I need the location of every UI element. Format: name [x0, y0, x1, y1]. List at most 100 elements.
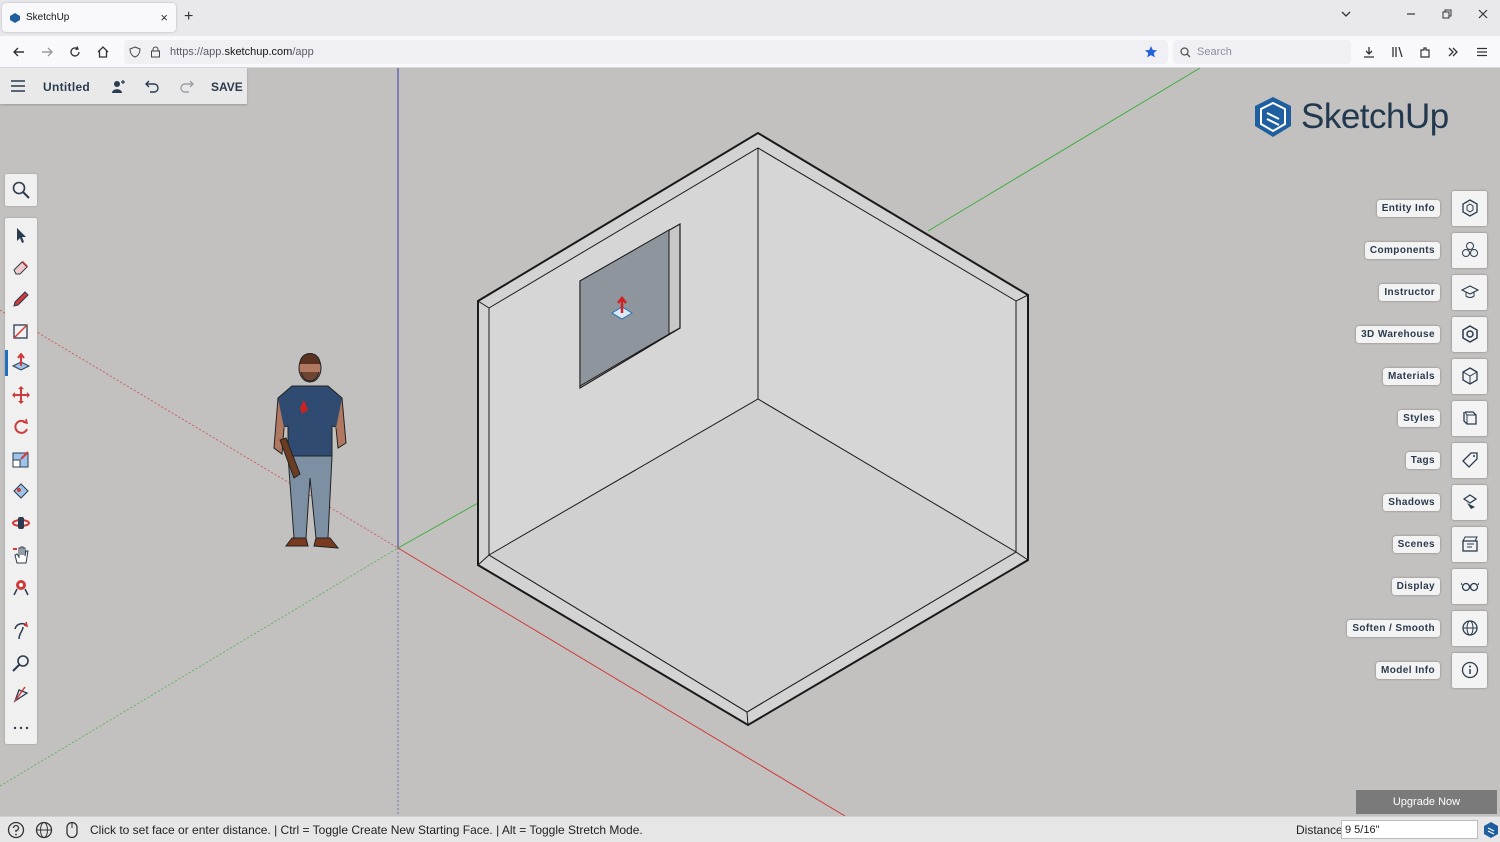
move-icon[interactable]	[5, 380, 37, 410]
panel-row-soften-smooth[interactable]: Soften / Smooth	[1347, 610, 1487, 646]
warehouse-icon[interactable]	[1452, 316, 1487, 352]
panel-row-shadows[interactable]: Shadows	[1383, 484, 1487, 520]
panel-row-materials[interactable]: Materials	[1383, 358, 1487, 394]
panel-row-tags[interactable]: Tags	[1405, 442, 1487, 478]
panel-label-styles[interactable]: Styles	[1398, 409, 1440, 427]
panel-row-model-info[interactable]: Model Info	[1376, 652, 1487, 688]
mouse-icon[interactable]	[63, 821, 81, 839]
search-icon	[1180, 46, 1191, 57]
panel-label-tags[interactable]: Tags	[1405, 451, 1440, 469]
soften-icon[interactable]	[1452, 610, 1487, 646]
overflow-chevron-icon[interactable]	[1443, 42, 1463, 62]
upgrade-now-button[interactable]: Upgrade Now	[1356, 790, 1497, 814]
panel-row-components[interactable]: Components	[1364, 232, 1487, 268]
home-icon[interactable]	[93, 42, 113, 62]
scenes-icon[interactable]	[1452, 526, 1487, 562]
panel-label-instructor[interactable]: Instructor	[1379, 283, 1440, 301]
bookmark-star-icon[interactable]	[1144, 45, 1158, 59]
push-pull-icon[interactable]	[5, 348, 37, 378]
panel-label-scenes[interactable]: Scenes	[1392, 535, 1440, 553]
forward-icon[interactable]	[37, 42, 57, 62]
browser-menu-icon[interactable]	[1472, 42, 1492, 62]
panel-label-shadows[interactable]: Shadows	[1383, 493, 1440, 511]
panel-row-entity-info[interactable]: Entity Info	[1376, 190, 1487, 226]
left-tool-palette	[5, 218, 37, 744]
panel-label-materials[interactable]: Materials	[1383, 367, 1440, 385]
tab-close-button[interactable]: ×	[160, 10, 168, 25]
panel-label-display[interactable]: Display	[1391, 577, 1440, 595]
tab-title: SketchUp	[26, 12, 70, 23]
model-info-icon[interactable]	[1452, 652, 1487, 688]
save-button[interactable]: SAVE	[211, 80, 243, 94]
reload-icon[interactable]	[65, 42, 85, 62]
tags-icon[interactable]	[1452, 442, 1487, 478]
magnify-icon[interactable]	[5, 175, 37, 205]
instructor-icon[interactable]	[1452, 274, 1487, 310]
help-icon[interactable]	[7, 821, 25, 839]
logo-text: SketchUp	[1301, 97, 1449, 136]
pencil-icon[interactable]	[5, 284, 37, 314]
panel-label-soften-smooth[interactable]: Soften / Smooth	[1347, 619, 1440, 637]
hamburger-menu-icon[interactable]	[11, 80, 25, 92]
scale-figure[interactable]	[273, 353, 347, 549]
globe-icon[interactable]	[35, 821, 53, 839]
sketchup-logo-icon	[1255, 97, 1291, 137]
panel-row-3d-warehouse[interactable]: 3D Warehouse	[1356, 316, 1487, 352]
restore-icon[interactable]	[1441, 8, 1453, 20]
search-placeholder: Search	[1197, 46, 1232, 58]
panel-row-instructor[interactable]: Instructor	[1379, 274, 1487, 310]
tab-list-chevron-icon[interactable]	[1340, 8, 1352, 20]
more-icon[interactable]	[5, 712, 37, 742]
shadows-icon[interactable]	[1452, 484, 1487, 520]
library-icon[interactable]	[1387, 42, 1407, 62]
browser-search-field[interactable]: Search	[1173, 40, 1351, 64]
minimize-icon[interactable]	[1405, 8, 1417, 20]
shield-icon[interactable]	[129, 46, 141, 58]
entity-info-icon[interactable]	[1452, 190, 1487, 226]
zoom-icon[interactable]	[5, 648, 37, 678]
panel-label-entity-info[interactable]: Entity Info	[1376, 199, 1440, 217]
styles-icon[interactable]	[1452, 400, 1487, 436]
new-tab-button[interactable]: +	[184, 8, 193, 26]
share-user-icon[interactable]	[111, 79, 126, 94]
measure-icon[interactable]	[5, 680, 37, 710]
panel-row-display[interactable]: Display	[1391, 568, 1487, 604]
sketchup-status-icon[interactable]	[1482, 821, 1500, 839]
downloads-icon[interactable]	[1359, 42, 1379, 62]
browser-tab[interactable]: SketchUp ×	[2, 3, 176, 32]
status-bar: Click to set face or enter distance. | C…	[0, 816, 1500, 842]
rotate-icon[interactable]	[5, 412, 37, 442]
materials-icon[interactable]	[1452, 358, 1487, 394]
green-axis	[397, 502, 479, 549]
walk-icon[interactable]	[5, 616, 37, 646]
browser-nav-bar: https://app.sketchup.com/app Search	[0, 36, 1500, 68]
paint-bucket-icon[interactable]	[5, 476, 37, 506]
undo-icon[interactable]	[145, 80, 160, 93]
sketchup-logo: SketchUp	[1253, 96, 1449, 138]
model-viewport[interactable]	[0, 68, 1500, 816]
zoom-extents-icon[interactable]	[5, 572, 37, 602]
panel-label-components[interactable]: Components	[1364, 241, 1440, 259]
pan-icon[interactable]	[5, 540, 37, 570]
extensions-icon[interactable]	[1415, 42, 1435, 62]
select-icon[interactable]	[5, 220, 37, 250]
orbit-icon[interactable]	[5, 508, 37, 538]
panel-label-model-info[interactable]: Model Info	[1376, 661, 1440, 679]
eraser-icon[interactable]	[5, 252, 37, 282]
document-title[interactable]: Untitled	[43, 80, 90, 94]
url-bar[interactable]: https://app.sketchup.com/app	[124, 40, 1168, 64]
components-icon[interactable]	[1452, 232, 1487, 268]
display-icon[interactable]	[1452, 568, 1487, 604]
redo-icon[interactable]	[179, 80, 194, 93]
scale-icon[interactable]	[5, 444, 37, 474]
panel-row-styles[interactable]: Styles	[1398, 400, 1487, 436]
panel-label-3d-warehouse[interactable]: 3D Warehouse	[1356, 325, 1440, 343]
panel-row-scenes[interactable]: Scenes	[1392, 526, 1487, 562]
back-icon[interactable]	[9, 42, 29, 62]
shape-icon[interactable]	[5, 316, 37, 346]
distance-input[interactable]	[1341, 820, 1478, 839]
lock-icon[interactable]	[150, 46, 161, 58]
app-top-toolbar: Untitled SAVE	[0, 68, 247, 104]
room-model[interactable]	[477, 131, 1029, 727]
close-window-icon[interactable]	[1477, 8, 1489, 20]
